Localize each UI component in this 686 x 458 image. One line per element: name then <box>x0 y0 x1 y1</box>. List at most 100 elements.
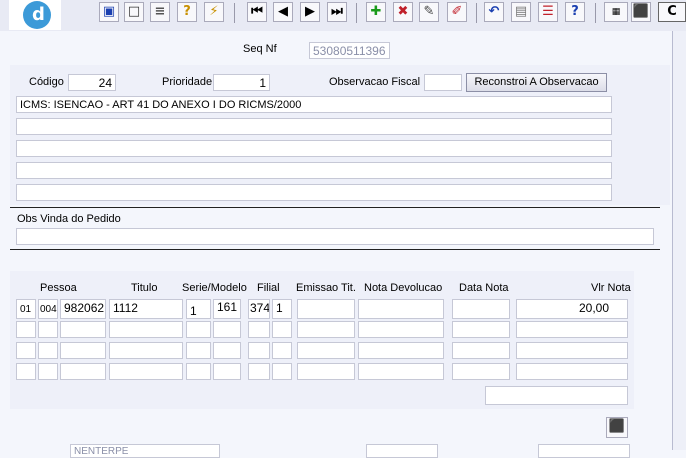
obs-fiscal-label: Observacao Fiscal <box>329 76 421 88</box>
grid-cell-filial-2[interactable]: 1 <box>272 299 292 319</box>
grid-cell[interactable] <box>452 363 510 380</box>
grid-cell[interactable] <box>109 342 183 359</box>
grid-cell[interactable] <box>16 321 36 338</box>
grid-cell[interactable] <box>272 342 292 359</box>
next-record-icon[interactable]: ▶ <box>300 2 320 22</box>
total-field[interactable] <box>485 386 628 405</box>
grid-cell[interactable] <box>186 342 211 359</box>
grid-cell[interactable] <box>109 363 183 380</box>
col-header-serie: Serie/Modelo <box>182 282 247 294</box>
obs-line-1[interactable] <box>16 96 612 113</box>
grid-cell[interactable] <box>297 321 355 338</box>
exit-button[interactable]: ⬛ <box>606 417 628 438</box>
grid-cell[interactable] <box>516 363 628 380</box>
col-header-pessoa: Pessoa <box>40 282 77 294</box>
right-panel-edge <box>672 31 686 450</box>
grid-cell[interactable] <box>297 342 355 359</box>
grid-cell[interactable] <box>297 363 355 380</box>
grid-cell[interactable] <box>213 363 241 380</box>
grid-cell[interactable] <box>38 363 58 380</box>
grid-cell[interactable] <box>60 342 106 359</box>
grid-cell[interactable] <box>358 342 444 359</box>
col-header-data-nota: Data Nota <box>459 282 509 294</box>
grid-cell-pessoa[interactable]: 982062 <box>60 299 106 319</box>
grid-cell[interactable] <box>16 342 36 359</box>
col-header-nota-devolucao: Nota Devolucao <box>364 282 443 294</box>
grid-cell[interactable] <box>516 342 628 359</box>
grid-cell-serie[interactable]: 1 <box>186 299 211 319</box>
toolbar-separator <box>234 3 235 23</box>
grid-cell[interactable] <box>60 321 106 338</box>
last-record-icon[interactable]: ⏭ <box>327 2 347 22</box>
grid-cell-c2[interactable]: 004 <box>38 299 58 319</box>
grid-cell-nota-devolucao[interactable] <box>358 299 444 319</box>
col-header-vlr-nota: Vlr Nota <box>591 282 631 294</box>
grid-cell[interactable] <box>186 363 211 380</box>
grid-cell[interactable] <box>516 321 628 338</box>
prev-record-icon[interactable]: ◀ <box>273 2 293 22</box>
save-icon[interactable]: ▣ <box>99 2 119 22</box>
col-header-filial: Filial <box>257 282 280 294</box>
grid-cell[interactable] <box>109 321 183 338</box>
grid-cell[interactable] <box>358 363 444 380</box>
footer-field[interactable]: NENTERPE <box>70 444 220 458</box>
exit-icon[interactable]: ⬛ <box>631 2 651 22</box>
grid-cell[interactable] <box>452 342 510 359</box>
grid-cell-filial[interactable]: 374 <box>248 299 270 319</box>
grid-cell-data-nota[interactable] <box>452 299 510 319</box>
obs-line-4[interactable] <box>16 162 612 179</box>
obs-pedido-field[interactable] <box>16 228 654 245</box>
toolbar: d ▣ □ ≡ ? ⚡ ⏮ ◀ ▶ ⏭ ✚ ✖ ✎ ✐ ↶ ▤ ☰ ? ▦ ⬛ … <box>0 0 686 31</box>
obs-line-3[interactable] <box>16 140 612 157</box>
window-icon[interactable]: □ <box>124 2 144 22</box>
run-query-icon[interactable]: ⚡ <box>204 2 224 22</box>
grid-cell-modelo[interactable]: 161 <box>213 299 241 319</box>
print-icon[interactable]: ≡ <box>150 2 170 22</box>
grid-cell[interactable] <box>272 321 292 338</box>
undo-icon[interactable]: ↶ <box>484 2 504 22</box>
first-record-icon[interactable]: ⏮ <box>247 2 267 22</box>
obs-line-2[interactable] <box>16 118 612 135</box>
prioridade-label: Prioridade <box>162 76 213 88</box>
insert-record-icon[interactable]: ✚ <box>366 2 386 22</box>
seq-nf-field[interactable] <box>309 42 390 59</box>
help-query-icon[interactable]: ? <box>177 2 197 22</box>
grid-cell[interactable] <box>248 342 270 359</box>
obs-fiscal-field[interactable] <box>424 74 462 91</box>
codigo-label: Código <box>29 76 64 88</box>
grid-cell-vlr-nota[interactable]: 20,00 <box>516 299 628 319</box>
col-header-titulo: Titulo <box>131 282 158 294</box>
edit-record-icon[interactable]: ✎ <box>419 2 439 22</box>
grid-cell[interactable] <box>358 321 444 338</box>
grid-cell[interactable] <box>213 342 241 359</box>
codigo-field[interactable] <box>68 74 116 91</box>
grid-cell[interactable] <box>452 321 510 338</box>
paste-icon[interactable]: ▤ <box>511 2 531 22</box>
grid-cell-c1[interactable]: 01 <box>16 299 36 319</box>
grid-cell[interactable] <box>248 363 270 380</box>
prioridade-field[interactable] <box>213 74 270 91</box>
seq-nf-label: Seq Nf <box>243 43 277 55</box>
footer-field-3[interactable] <box>538 444 630 458</box>
toolbar-separator <box>476 3 477 23</box>
menu-icon[interactable]: ▦ <box>604 2 628 22</box>
obs-line-5[interactable] <box>16 184 612 201</box>
list-icon[interactable]: ☰ <box>538 2 558 22</box>
grid-cell[interactable] <box>16 363 36 380</box>
grid-cell[interactable] <box>60 363 106 380</box>
app-logo: d <box>9 0 61 30</box>
grid-cell[interactable] <box>38 321 58 338</box>
reconstroi-observacao-button[interactable]: Reconstroi A Observacao <box>466 73 607 92</box>
grid-cell[interactable] <box>38 342 58 359</box>
grid-cell-titulo[interactable]: 1112 <box>109 299 183 319</box>
footer-field-2[interactable] <box>366 444 438 458</box>
clear-icon[interactable]: ✐ <box>447 2 467 22</box>
grid-cell[interactable] <box>213 321 241 338</box>
help-icon[interactable]: ? <box>565 2 585 22</box>
grid-cell[interactable] <box>248 321 270 338</box>
window-combo[interactable]: C <box>658 2 686 22</box>
grid-cell[interactable] <box>272 363 292 380</box>
delete-record-icon[interactable]: ✖ <box>393 2 413 22</box>
grid-cell-emissao[interactable] <box>297 299 355 319</box>
grid-cell[interactable] <box>186 321 211 338</box>
